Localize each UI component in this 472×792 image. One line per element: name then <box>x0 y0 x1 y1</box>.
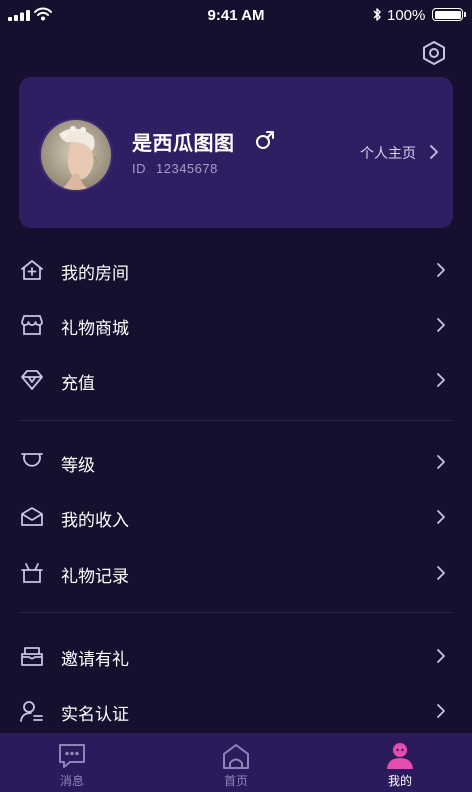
invite-mail-icon <box>21 647 43 666</box>
menu-item-gift-records[interactable]: 礼物记录 <box>0 548 472 598</box>
menu-item-gift-store[interactable]: 礼物商城 <box>0 300 472 350</box>
diamond-icon <box>21 370 43 390</box>
profile-id: ID 12345678 <box>132 161 218 176</box>
income-envelope-icon <box>21 507 43 526</box>
menu-item-recharge[interactable]: 充值 <box>0 355 472 405</box>
tab-mine[interactable]: 我的 <box>360 733 440 792</box>
chevron-right-icon <box>437 318 445 332</box>
menu-item-label: 礼物商城 <box>61 319 129 339</box>
menu-divider <box>19 420 453 421</box>
male-gender-icon <box>256 131 274 149</box>
menu-item-level[interactable]: 等级 <box>0 437 472 487</box>
menu-item-label: 充值 <box>61 374 95 394</box>
menu-divider <box>19 612 453 613</box>
profile-icon <box>387 743 413 769</box>
menu-item-label: 我的房间 <box>61 264 129 284</box>
bluetooth-icon <box>373 8 381 21</box>
chevron-right-icon <box>437 455 445 469</box>
menu-item-label: 实名认证 <box>61 705 129 725</box>
homepage-link[interactable]: 个人主页 <box>360 143 416 163</box>
level-badge-icon <box>21 453 43 467</box>
chevron-right-icon <box>437 566 445 580</box>
chevron-right-icon <box>437 373 445 387</box>
status-bar: 9:41 AM 100% <box>0 0 472 30</box>
profile-card[interactable]: 是西瓜图图 ID 12345678 个人主页 <box>19 77 453 228</box>
message-bubble-icon <box>59 744 85 768</box>
tab-label: 我的 <box>387 774 412 788</box>
menu-item-label: 礼物记录 <box>61 567 129 587</box>
profile-name: 是西瓜图图 <box>132 131 235 155</box>
tab-label: 首页 <box>223 774 248 788</box>
battery-icon <box>432 8 466 21</box>
menu-item-my-room[interactable]: 我的房间 <box>0 245 472 295</box>
chevron-right-icon <box>437 704 445 718</box>
menu-item-label: 我的收入 <box>61 511 129 531</box>
tab-messages[interactable]: 消息 <box>32 733 112 792</box>
avatar[interactable] <box>39 118 113 192</box>
tab-home[interactable]: 首页 <box>196 733 276 792</box>
chevron-right-icon <box>437 510 445 524</box>
menu-item-label: 等级 <box>61 456 95 476</box>
house-plus-icon <box>21 260 43 280</box>
chevron-right-icon[interactable] <box>429 144 439 160</box>
tab-bar: 消息 首页 我的 <box>0 733 472 792</box>
tab-label: 消息 <box>59 774 84 788</box>
menu-item-real-name-verification[interactable]: 实名认证 <box>0 686 472 736</box>
menu-item-label: 邀请有礼 <box>61 650 129 670</box>
store-icon <box>21 315 43 335</box>
settings-icon[interactable] <box>420 39 448 67</box>
chevron-right-icon <box>437 649 445 663</box>
profile-id-value: 12345678 <box>156 161 218 176</box>
battery-percent: 100% <box>387 7 426 24</box>
profile-id-label: ID <box>132 161 146 176</box>
gift-box-icon <box>21 563 43 583</box>
home-icon <box>223 744 249 769</box>
menu-item-my-income[interactable]: 我的收入 <box>0 492 472 542</box>
chevron-right-icon <box>437 263 445 277</box>
menu-item-invite[interactable]: 邀请有礼 <box>0 631 472 681</box>
user-verify-icon <box>20 701 43 722</box>
